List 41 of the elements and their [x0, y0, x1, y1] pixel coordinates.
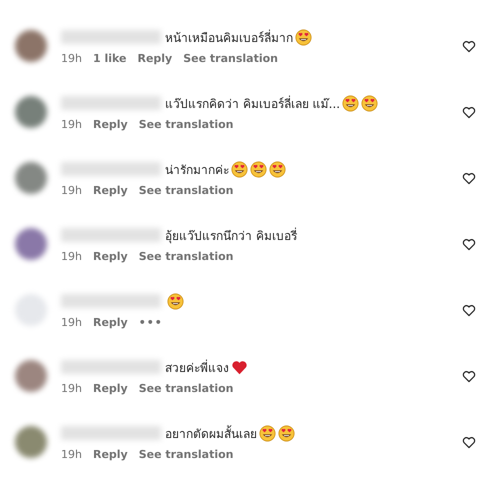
like-heart-icon[interactable]: [462, 436, 476, 449]
reply-link[interactable]: Reply: [92, 382, 128, 395]
comment-text: หน้าเหมือนคิมเบอร์ลี่มาก: [165, 28, 293, 46]
comment-text: อุ้ยแว๊ปแรกนึกว่า คิมเบอรี่: [165, 226, 297, 244]
timestamp: 19h: [61, 448, 82, 461]
comment-text: น่ารักมากค่ะ: [165, 162, 229, 178]
timestamp: 19h: [61, 52, 82, 65]
see-translation-link[interactable]: See translation: [138, 250, 234, 263]
avatar[interactable]: [15, 426, 47, 458]
like-heart-icon[interactable]: [462, 238, 476, 251]
timestamp: 19h: [61, 250, 82, 263]
comment-text: อยากตัดผมสั้นเลย: [165, 424, 257, 442]
like-heart-icon[interactable]: [462, 172, 476, 185]
like-heart-icon[interactable]: [462, 370, 476, 383]
avatar[interactable]: [15, 228, 47, 260]
avatar[interactable]: [15, 162, 47, 194]
reply-link[interactable]: Reply: [137, 52, 172, 65]
see-translation-link[interactable]: See translation: [138, 448, 234, 461]
reply-link[interactable]: Reply: [92, 316, 128, 329]
reply-link[interactable]: Reply: [92, 448, 128, 461]
like-heart-icon[interactable]: [462, 106, 476, 119]
like-heart-icon[interactable]: [462, 40, 476, 53]
reply-link[interactable]: Reply: [92, 184, 128, 197]
avatar[interactable]: [15, 96, 47, 128]
more-options-button[interactable]: •••: [138, 316, 163, 329]
see-translation-link[interactable]: See translation: [138, 184, 234, 197]
like-heart-icon[interactable]: [462, 304, 476, 317]
avatar[interactable]: [15, 360, 47, 392]
timestamp: 19h: [61, 316, 82, 329]
comment-text: แว๊ปแรกคิดว่า คิมเบอร์ลี่เลย แม๊...: [165, 94, 340, 112]
avatar[interactable]: [15, 30, 47, 62]
comment-text: สวยค่ะพี่แจง: [165, 358, 229, 376]
see-translation-link[interactable]: See translation: [138, 118, 234, 131]
see-translation-link[interactable]: See translation: [138, 382, 234, 395]
see-translation-link[interactable]: See translation: [183, 52, 278, 65]
reply-link[interactable]: Reply: [92, 250, 128, 263]
reply-link[interactable]: Reply: [92, 118, 128, 131]
likes-count[interactable]: 1 like: [92, 52, 126, 65]
timestamp: 19h: [61, 184, 82, 197]
timestamp: 19h: [61, 382, 82, 395]
timestamp: 19h: [61, 118, 82, 131]
